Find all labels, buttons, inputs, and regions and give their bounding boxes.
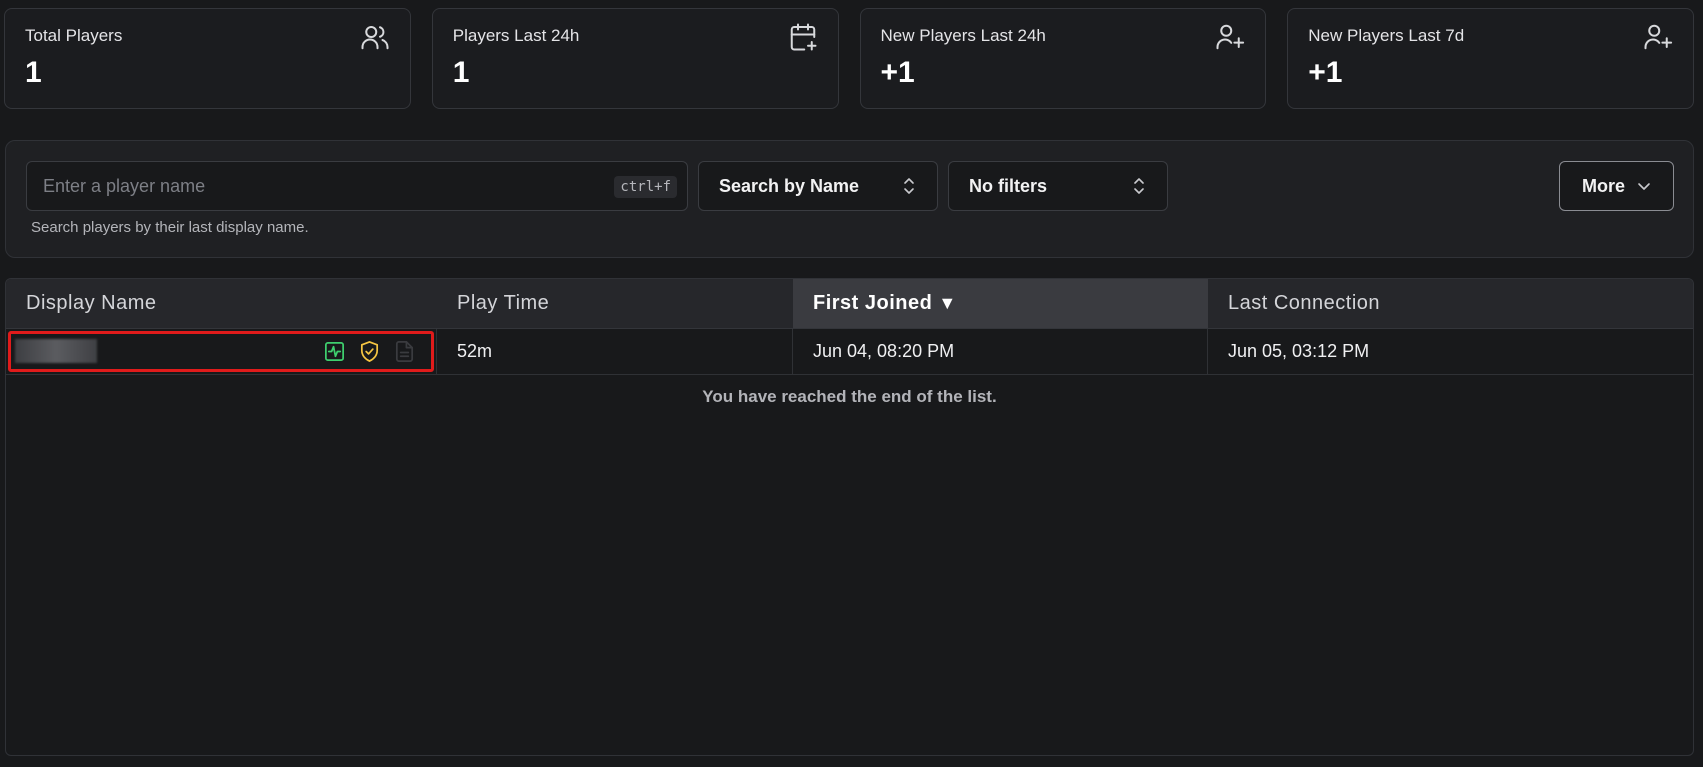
search-panel: ctrl+f Search by Name No filters More Se… [5,140,1694,258]
stat-card-new-players-24h: New Players Last 24h +1 [859,8,1267,109]
display-name-cell[interactable] [6,329,437,374]
stat-card-players-24h: Players Last 24h 1 [431,8,839,109]
stat-value: 1 [452,56,470,89]
stat-title: Players Last 24h [452,26,580,45]
end-of-list-message: You have reached the end of the list. [702,387,997,406]
sort-desc-icon: ▼ [938,293,957,313]
user-plus-icon [1643,22,1673,52]
table-header: Display Name Play Time First Joined ▼ La… [6,279,1693,329]
column-header-last-connection[interactable]: Last Connection [1208,279,1693,328]
stat-value: 1 [25,56,42,89]
highlight-box [8,331,434,372]
keyboard-shortcut-hint: ctrl+f [614,176,677,198]
users-icon [360,22,390,52]
stat-title: New Players Last 24h [880,26,1046,45]
search-help-text: Search players by their last display nam… [31,219,309,236]
chevrons-up-down-icon [1131,176,1147,196]
filters-label: No filters [969,175,1048,196]
first-joined-cell: Jun 04, 08:20 PM [793,329,1208,374]
stat-value: +1 [1308,56,1343,89]
stat-card-total-players: Total Players 1 [4,8,411,109]
column-header-first-joined[interactable]: First Joined ▼ [793,279,1208,328]
stat-title: Total Players [25,26,123,45]
search-mode-label: Search by Name [719,175,860,196]
more-button[interactable]: More [1559,161,1674,211]
chevrons-up-down-icon [901,176,917,196]
column-header-play-time[interactable]: Play Time [437,279,793,328]
column-header-display-name[interactable]: Display Name [6,279,437,328]
player-search-input[interactable] [27,162,687,210]
calendar-plus-icon [788,22,818,52]
table-row[interactable]: 52m Jun 04, 08:20 PM Jun 05, 03:12 PM [6,329,1693,375]
stat-title: New Players Last 7d [1308,26,1465,45]
search-mode-select[interactable]: Search by Name [698,161,938,211]
search-input-container: ctrl+f [26,161,688,211]
user-plus-icon [1215,22,1245,52]
chevron-down-icon [1637,179,1651,193]
filters-select[interactable]: No filters [948,161,1168,211]
play-time-cell: 52m [437,329,793,374]
more-label: More [1581,175,1625,196]
stat-card-new-players-7d: New Players Last 7d +1 [1287,8,1694,109]
stat-value: +1 [880,56,915,89]
players-table: Display Name Play Time First Joined ▼ La… [5,278,1694,756]
last-connection-cell: Jun 05, 03:12 PM [1228,341,1370,361]
stats-row: Total Players 1 Players Last 24h 1 New P… [4,8,1694,109]
